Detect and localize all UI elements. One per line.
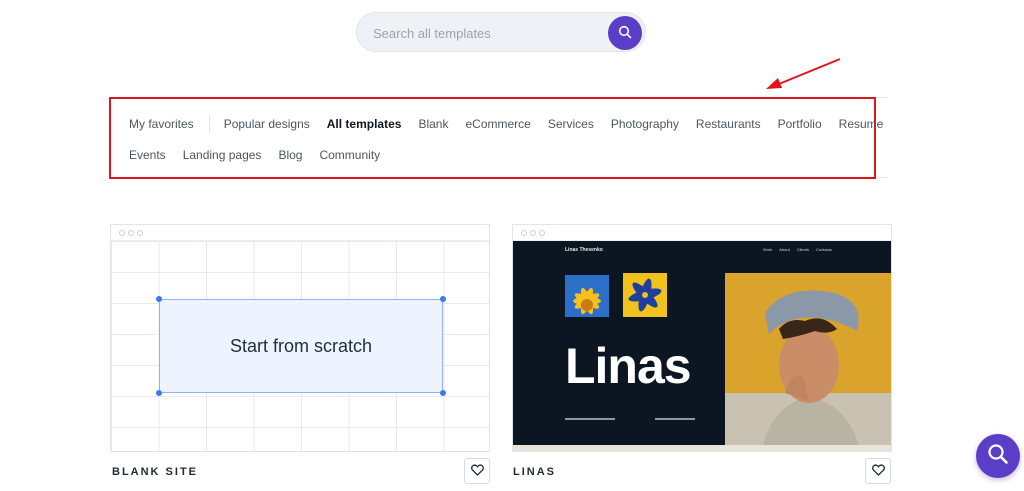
template-search-bar	[356, 12, 646, 52]
category-services[interactable]: Services	[548, 117, 594, 131]
category-resume[interactable]: Resume	[839, 117, 884, 131]
heart-icon	[470, 463, 484, 479]
browser-chrome	[111, 225, 489, 241]
flower-photo-blue	[623, 273, 667, 317]
divider	[876, 177, 888, 178]
search-button[interactable]	[608, 16, 642, 50]
preview-text-line	[565, 418, 615, 420]
divider	[208, 116, 210, 132]
category-blank[interactable]: Blank	[418, 117, 448, 131]
category-photography[interactable]: Photography	[611, 117, 679, 131]
heart-icon	[871, 463, 885, 479]
category-events[interactable]: Events	[129, 148, 166, 162]
resize-handle	[440, 390, 446, 396]
divider	[876, 97, 888, 98]
card-title-linas: LINAS	[513, 466, 556, 478]
category-restaurants[interactable]: Restaurants	[696, 117, 761, 131]
category-row: Events Landing pages Blog Community	[129, 148, 397, 162]
category-landing-pages[interactable]: Landing pages	[183, 148, 262, 162]
card-title-blank-site: BLANK SITE	[112, 466, 198, 478]
help-search-button[interactable]	[976, 434, 1020, 478]
resize-handle	[440, 296, 446, 302]
flower-photo-yellow	[565, 275, 609, 317]
preview-nav-item: Clients	[796, 247, 809, 252]
resize-handle	[156, 390, 162, 396]
preview-nav-item: Contacts	[815, 247, 832, 252]
category-row: My favorites Popular designs All templat…	[129, 116, 900, 132]
category-filter-highlight: My favorites Popular designs All templat…	[109, 97, 883, 179]
category-portfolio[interactable]: Portfolio	[778, 117, 822, 131]
portrait-photo	[725, 273, 891, 445]
favorite-button[interactable]	[865, 458, 891, 484]
template-card-linas[interactable]: Linas Thesenko Work About Clients Contac…	[512, 224, 892, 452]
annotation-arrow	[766, 58, 841, 89]
favorite-button[interactable]	[464, 458, 490, 484]
preview-nav: Work About Clients Contacts	[763, 247, 832, 252]
resize-handle	[156, 296, 162, 302]
category-my-favorites[interactable]: My favorites	[129, 117, 194, 131]
browser-chrome	[513, 225, 891, 241]
linas-preview: Linas Thesenko Work About Clients Contac…	[513, 241, 891, 451]
search-input[interactable]	[373, 23, 603, 43]
preview-site-name: Linas Thesenko	[565, 247, 603, 253]
template-card-blank-site[interactable]: Start from scratch	[110, 224, 490, 452]
category-popular-designs[interactable]: Popular designs	[224, 117, 310, 131]
category-ecommerce[interactable]: eCommerce	[465, 117, 530, 131]
preview-text-line	[655, 418, 695, 420]
category-all-templates[interactable]: All templates	[327, 117, 402, 131]
start-from-scratch-box[interactable]: Start from scratch	[159, 299, 443, 393]
preview-footer-strip	[513, 445, 891, 451]
preview-title: Linas	[565, 338, 692, 394]
search-help-icon	[986, 442, 1010, 471]
category-blog[interactable]: Blog	[278, 148, 302, 162]
preview-nav-item: Work	[763, 247, 773, 252]
preview-nav-item: About	[779, 247, 790, 252]
category-community[interactable]: Community	[319, 148, 380, 162]
blank-grid-preview: Start from scratch	[111, 241, 489, 451]
search-icon	[618, 25, 632, 42]
